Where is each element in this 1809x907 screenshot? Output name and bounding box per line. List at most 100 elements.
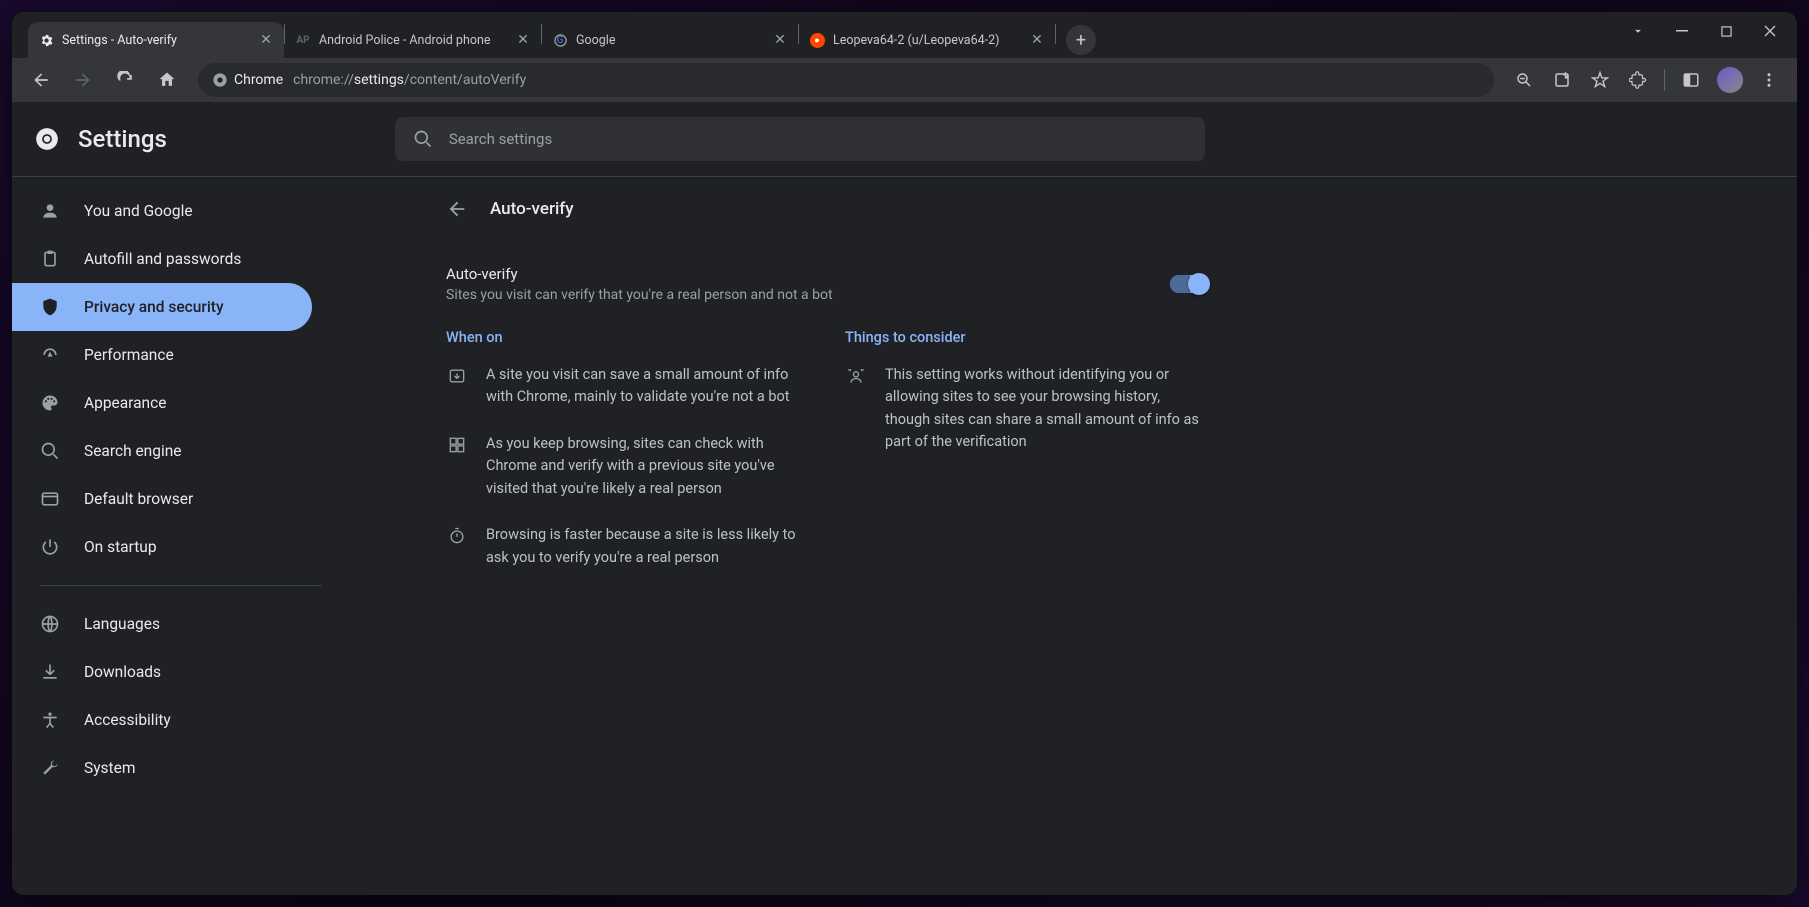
bullet-text: Browsing is faster because a site is les… bbox=[486, 524, 809, 569]
settings-app: Settings Search settings You and Google … bbox=[12, 102, 1797, 895]
sidebar-item-system[interactable]: System bbox=[12, 744, 312, 792]
app-title: Settings bbox=[78, 125, 167, 153]
tab-google[interactable]: G Google ✕ bbox=[542, 22, 798, 58]
side-panel-icon[interactable] bbox=[1675, 64, 1707, 96]
back-button[interactable] bbox=[24, 63, 58, 97]
timer-icon bbox=[446, 524, 468, 569]
profile-avatar[interactable] bbox=[1717, 67, 1743, 93]
gear-icon bbox=[38, 32, 54, 48]
reddit-icon: ● bbox=[809, 32, 825, 48]
back-arrow-button[interactable] bbox=[446, 198, 468, 220]
sidebar-item-label: Privacy and security bbox=[84, 298, 224, 316]
sidebar-item-default-browser[interactable]: Default browser bbox=[12, 475, 312, 523]
close-icon[interactable]: ✕ bbox=[258, 32, 274, 48]
download-icon bbox=[40, 662, 60, 682]
privacy-icon bbox=[845, 364, 867, 454]
extensions-icon[interactable] bbox=[1622, 64, 1654, 96]
sidebar-item-label: Search engine bbox=[84, 442, 182, 460]
globe-icon bbox=[40, 614, 60, 634]
tab-title: Google bbox=[576, 33, 764, 48]
when-on-column: When on A site you visit can save a smal… bbox=[446, 329, 809, 593]
tab-android-police[interactable]: AP Android Police - Android phone ✕ bbox=[285, 22, 541, 58]
sidebar-item-label: Default browser bbox=[84, 490, 193, 508]
search-icon bbox=[40, 441, 60, 461]
reload-button[interactable] bbox=[108, 63, 142, 97]
palette-icon bbox=[40, 393, 60, 413]
sidebar-item-autofill[interactable]: Autofill and passwords bbox=[12, 235, 312, 283]
chevron-down-icon[interactable] bbox=[1629, 22, 1647, 40]
window-controls bbox=[1629, 22, 1779, 40]
auto-verify-toggle[interactable] bbox=[1170, 275, 1208, 293]
person-icon bbox=[40, 201, 60, 221]
toolbar-actions bbox=[1508, 64, 1785, 96]
url-text: chrome://settings/content/autoVerify bbox=[293, 72, 526, 88]
bullet-item: A site you visit can save a small amount… bbox=[446, 364, 809, 409]
tab-settings[interactable]: Settings - Auto-verify ✕ bbox=[28, 22, 284, 58]
new-tab-button[interactable]: + bbox=[1066, 25, 1096, 55]
close-icon[interactable]: ✕ bbox=[515, 32, 531, 48]
forward-button[interactable] bbox=[66, 63, 100, 97]
sidebar-item-appearance[interactable]: Appearance bbox=[12, 379, 312, 427]
bullet-item: This setting works without identifying y… bbox=[845, 364, 1208, 454]
sidebar-item-label: You and Google bbox=[84, 202, 193, 220]
sidebar-item-label: Performance bbox=[84, 346, 174, 364]
page-title: Auto-verify bbox=[490, 199, 574, 219]
close-icon[interactable]: ✕ bbox=[772, 32, 788, 48]
sidebar-item-accessibility[interactable]: Accessibility bbox=[12, 696, 312, 744]
search-icon bbox=[413, 129, 433, 149]
bullet-text: As you keep browsing, sites can check wi… bbox=[486, 433, 809, 500]
sidebar-item-downloads[interactable]: Downloads bbox=[12, 648, 312, 696]
sidebar-divider bbox=[40, 585, 322, 586]
wrench-icon bbox=[40, 758, 60, 778]
app-body: You and Google Autofill and passwords Pr… bbox=[12, 176, 1797, 895]
tab-strip: Settings - Auto-verify ✕ AP Android Poli… bbox=[12, 12, 1797, 58]
speed-icon bbox=[40, 345, 60, 365]
search-settings-input[interactable]: Search settings bbox=[395, 117, 1205, 161]
tab-title: Settings - Auto-verify bbox=[62, 33, 250, 48]
sidebar-item-you-and-google[interactable]: You and Google bbox=[12, 187, 312, 235]
close-button[interactable] bbox=[1761, 22, 1779, 40]
sidebar-item-search-engine[interactable]: Search engine bbox=[12, 427, 312, 475]
sidebar-item-performance[interactable]: Performance bbox=[12, 331, 312, 379]
bullet-text: A site you visit can save a small amount… bbox=[486, 364, 809, 409]
dashboard-icon bbox=[446, 433, 468, 500]
maximize-button[interactable] bbox=[1717, 22, 1735, 40]
page-header: Auto-verify bbox=[422, 177, 1232, 241]
tab-reddit[interactable]: ● Leopeva64-2 (u/Leopeva64-2) ✕ bbox=[799, 22, 1055, 58]
browser-window: Settings - Auto-verify ✕ AP Android Poli… bbox=[12, 12, 1797, 895]
zoom-icon[interactable] bbox=[1508, 64, 1540, 96]
close-icon[interactable]: ✕ bbox=[1029, 32, 1045, 48]
bullet-text: This setting works without identifying y… bbox=[885, 364, 1208, 454]
archive-icon bbox=[446, 364, 468, 409]
bookmark-icon[interactable] bbox=[1584, 64, 1616, 96]
sidebar-item-languages[interactable]: Languages bbox=[12, 600, 312, 648]
sidebar-item-on-startup[interactable]: On startup bbox=[12, 523, 312, 571]
things-to-consider-column: Things to consider This setting works wi… bbox=[845, 329, 1208, 593]
auto-verify-setting-row: Auto-verify Sites you visit can verify t… bbox=[422, 241, 1232, 313]
browser-toolbar: Chrome chrome://settings/content/autoVer… bbox=[12, 58, 1797, 102]
browser-icon bbox=[40, 489, 60, 509]
app-logo: Settings bbox=[34, 125, 167, 153]
content: Auto-verify Auto-verify Sites you visit … bbox=[422, 177, 1797, 895]
sidebar-item-label: System bbox=[84, 759, 135, 777]
sidebar-item-label: Downloads bbox=[84, 663, 161, 681]
shield-icon bbox=[40, 297, 60, 317]
menu-icon[interactable] bbox=[1753, 64, 1785, 96]
chrome-scheme-badge: Chrome bbox=[212, 72, 283, 88]
google-icon: G bbox=[552, 32, 568, 48]
search-placeholder: Search settings bbox=[449, 130, 552, 148]
column-heading: When on bbox=[446, 329, 809, 346]
accessibility-icon bbox=[40, 710, 60, 730]
sidebar: You and Google Autofill and passwords Pr… bbox=[12, 177, 422, 895]
power-icon bbox=[40, 537, 60, 557]
bullet-item: Browsing is faster because a site is les… bbox=[446, 524, 809, 569]
sidebar-item-label: On startup bbox=[84, 538, 157, 556]
sidebar-item-label: Accessibility bbox=[84, 711, 171, 729]
sidebar-item-privacy-security[interactable]: Privacy and security bbox=[12, 283, 312, 331]
sidebar-item-label: Appearance bbox=[84, 394, 166, 412]
address-bar[interactable]: Chrome chrome://settings/content/autoVer… bbox=[198, 63, 1494, 97]
home-button[interactable] bbox=[150, 63, 184, 97]
clipboard-icon bbox=[40, 249, 60, 269]
minimize-button[interactable] bbox=[1673, 22, 1691, 40]
install-icon[interactable] bbox=[1546, 64, 1578, 96]
